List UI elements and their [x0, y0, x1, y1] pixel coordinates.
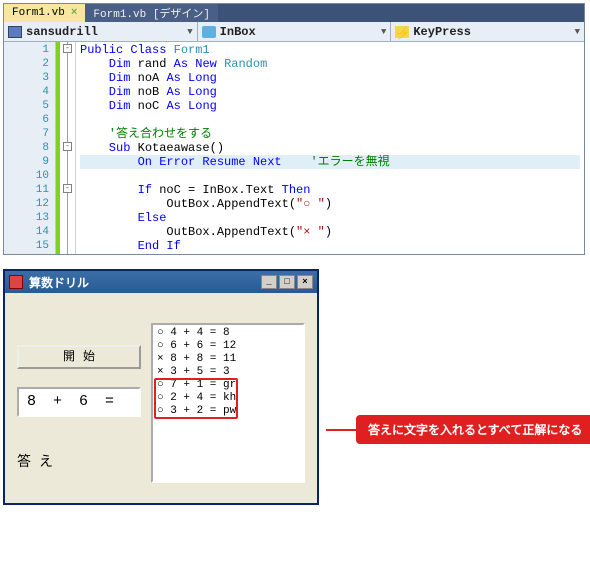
chevron-down-icon: ▼: [187, 27, 192, 37]
results-list[interactable]: ○ 4 + 4 = 8 ○ 6 + 6 = 12 × 8 + 8 = 11 × …: [151, 323, 305, 483]
callout: 答えに文字を入れるとすべて正解になる: [326, 415, 590, 444]
class-dropdown[interactable]: sansudrill ▼: [4, 22, 198, 41]
list-item: ○ 6 + 6 = 12: [157, 340, 299, 353]
tab-label: Form1.vb [デザイン]: [93, 5, 210, 21]
fold-toggle[interactable]: -: [63, 184, 72, 193]
callout-connector: [326, 429, 356, 431]
chevron-down-icon: ▼: [575, 27, 580, 37]
code-area[interactable]: 123 456 789 101112 131415 - - - Public C…: [4, 42, 584, 254]
member-name: InBox: [220, 25, 256, 39]
fold-column: - - -: [60, 42, 76, 254]
titlebar[interactable]: 算数ドリル _ □ ×: [5, 271, 317, 293]
fold-toggle[interactable]: -: [63, 142, 72, 151]
question-box: 8 + 6 =: [17, 387, 141, 417]
tab-label: Form1.vb: [12, 7, 65, 19]
maximize-button[interactable]: □: [279, 275, 295, 289]
code-editor: Form1.vb × Form1.vb [デザイン] sansudrill ▼ …: [3, 3, 585, 255]
minimize-button[interactable]: _: [261, 275, 277, 289]
answer-label: 答え: [17, 451, 141, 471]
member-dropdown[interactable]: InBox ▼: [198, 22, 392, 41]
event-dropdown[interactable]: ⚡ KeyPress ▼: [391, 22, 584, 41]
member-dropdowns: sansudrill ▼ InBox ▼ ⚡ KeyPress ▼: [4, 22, 584, 42]
class-name: sansudrill: [26, 25, 98, 39]
callout-text: 答えに文字を入れるとすべて正解になる: [356, 415, 590, 444]
highlight-box: [154, 378, 238, 419]
line-gutter: 123 456 789 101112 131415: [4, 42, 56, 254]
close-button[interactable]: ×: [297, 275, 313, 289]
code-text[interactable]: Public Class Form1 Dim rand As New Rando…: [76, 42, 584, 254]
app-icon: [9, 275, 23, 289]
chevron-down-icon: ▼: [381, 27, 386, 37]
list-item: ○ 4 + 4 = 8: [157, 327, 299, 340]
app-window: 算数ドリル _ □ × 開始 8 + 6 = 答え ○ 4 + 4 = 8 ○ …: [3, 269, 319, 505]
lightning-icon: ⚡: [395, 26, 409, 38]
class-icon: [8, 26, 22, 38]
fold-toggle[interactable]: -: [63, 44, 72, 53]
tab-form1-design[interactable]: Form1.vb [デザイン]: [85, 4, 218, 22]
field-icon: [202, 26, 216, 38]
close-icon[interactable]: ×: [71, 7, 78, 19]
window-title: 算数ドリル: [29, 274, 89, 291]
event-name: KeyPress: [413, 25, 471, 39]
tab-form1-vb[interactable]: Form1.vb ×: [4, 4, 85, 22]
editor-tabs: Form1.vb × Form1.vb [デザイン]: [4, 4, 584, 22]
start-button[interactable]: 開始: [17, 345, 141, 369]
list-item: × 8 + 8 = 11: [157, 353, 299, 366]
